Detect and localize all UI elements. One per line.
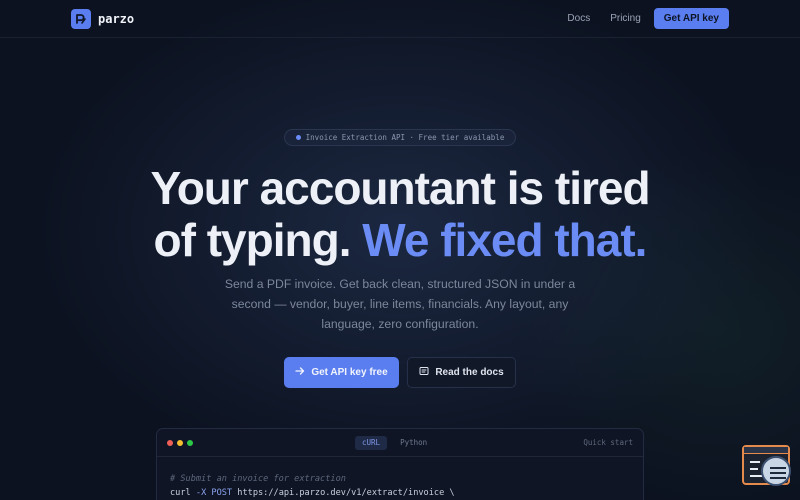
maximize-dot-icon: [187, 440, 193, 446]
get-api-key-button[interactable]: Get API key: [653, 8, 729, 29]
nav-links: Docs Pricing Get API key: [567, 8, 729, 29]
headline-accent: We fixed that.: [362, 214, 647, 266]
minimize-dot-icon: [177, 440, 183, 446]
tab-python[interactable]: Python: [393, 436, 434, 450]
code-comment: # Submit an invoice for extraction: [170, 474, 346, 484]
code-command: curl: [170, 488, 191, 498]
window-dots: [167, 440, 193, 446]
primary-button-label: Get API key free: [311, 367, 388, 378]
code-tabs: cURL Python: [355, 436, 434, 450]
code-panel: cURL Python Quick start # Submit an invo…: [156, 428, 644, 500]
hero-headline: Your accountant is tired of typing. We f…: [0, 162, 800, 266]
brand[interactable]: parzo: [71, 9, 134, 29]
headline-line-1: Your accountant is tired: [150, 162, 650, 214]
quick-start-label: Quick start: [583, 438, 633, 447]
chat-bubble-icon[interactable]: [761, 456, 791, 486]
headline-line-2: of typing.: [153, 214, 363, 266]
widget-titlebar: [744, 447, 788, 454]
badge-text: Invoice Extraction API · Free tier avail…: [305, 133, 505, 142]
nav-link-docs[interactable]: Docs: [567, 13, 590, 24]
hero-badge: Invoice Extraction API · Free tier avail…: [284, 129, 516, 146]
get-api-key-free-button[interactable]: Get API key free: [284, 357, 399, 388]
code-flag: -X POST: [195, 488, 233, 498]
secondary-button-label: Read the docs: [435, 367, 504, 378]
top-nav: parzo Docs Pricing Get API key: [0, 0, 800, 38]
code-line: curl -X POST https://api.parzo.dev/v1/ex…: [170, 486, 630, 500]
code-body: # Submit an invoice for extraction curl …: [157, 457, 643, 500]
read-the-docs-button[interactable]: Read the docs: [407, 357, 516, 388]
hero-subtext: Send a PDF invoice. Get back clean, stru…: [224, 277, 576, 331]
tab-curl[interactable]: cURL: [355, 436, 388, 450]
code-url: https://api.parzo.dev/v1/extract/invoice…: [237, 488, 455, 498]
code-panel-header: cURL Python Quick start: [157, 429, 643, 457]
status-dot-icon: [295, 135, 301, 140]
brand-name: parzo: [98, 12, 135, 26]
close-dot-icon: [167, 440, 173, 446]
docs-icon: [419, 366, 429, 379]
nav-link-pricing[interactable]: Pricing: [610, 13, 641, 24]
arrow-right-icon: [295, 366, 305, 379]
parzo-logo-icon: [71, 9, 91, 29]
